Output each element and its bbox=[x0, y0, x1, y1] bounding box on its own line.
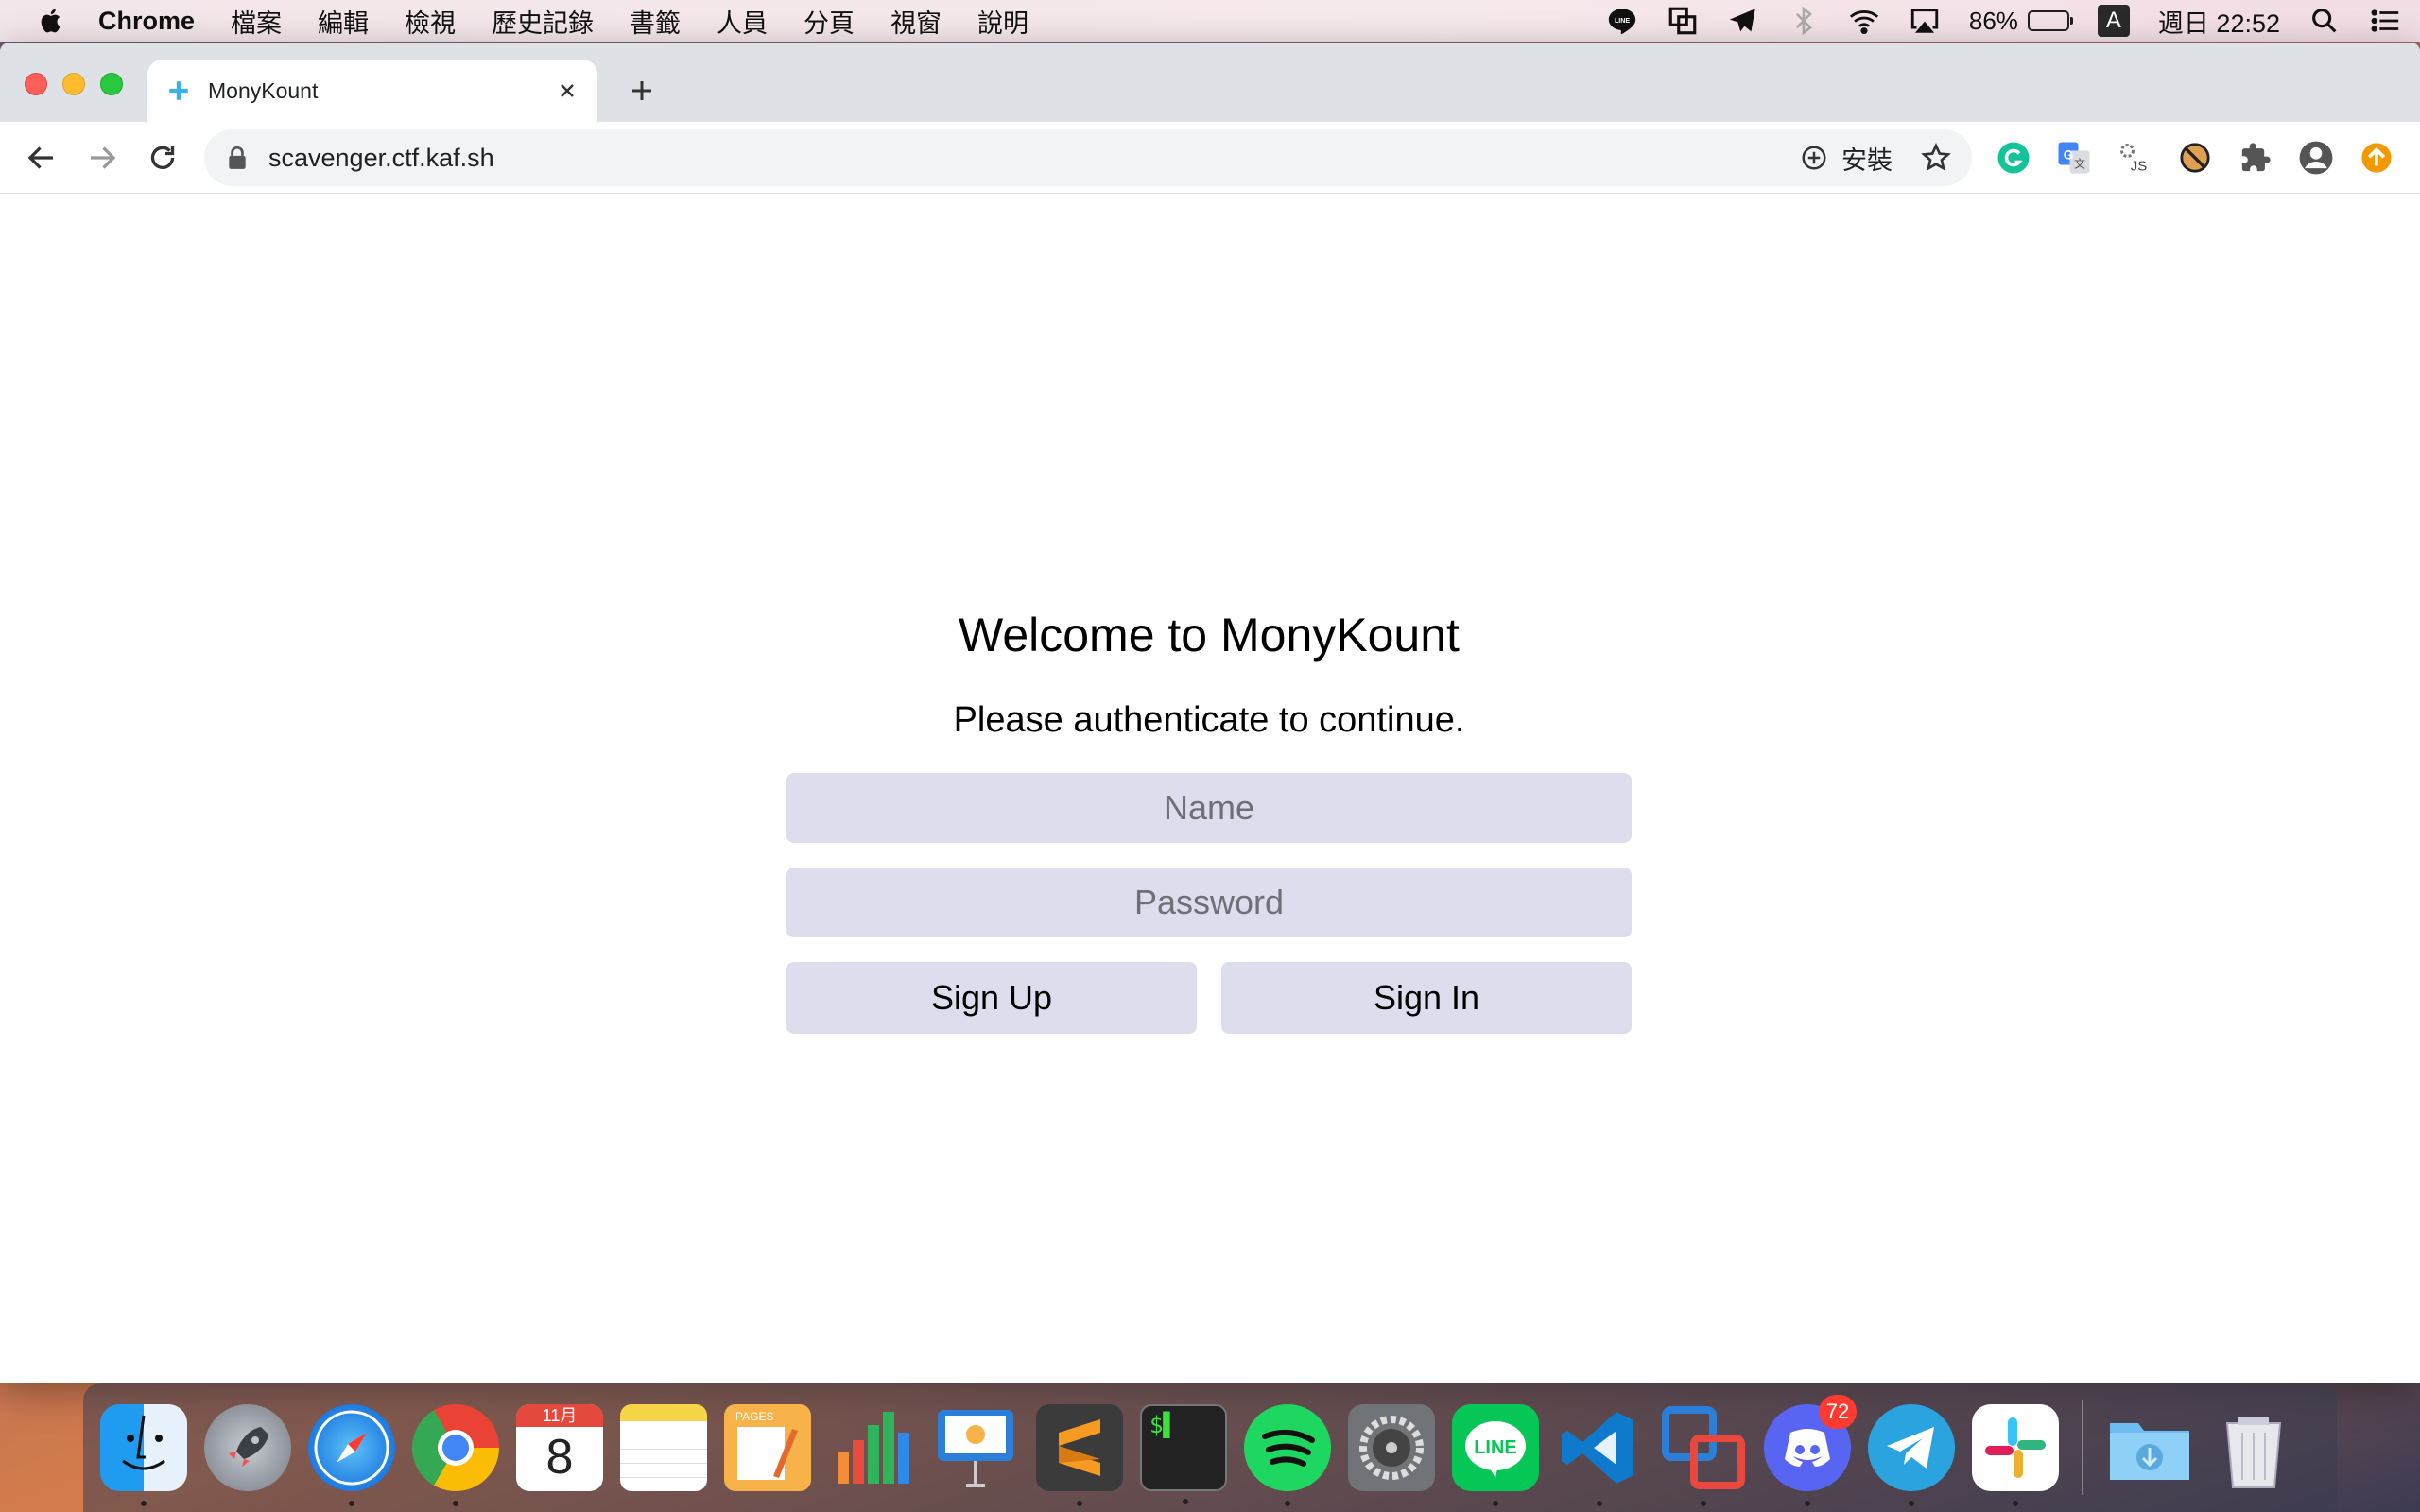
back-arrow-icon[interactable] bbox=[25, 141, 59, 175]
battery-percent: 86% bbox=[1968, 6, 2018, 35]
spotlight-search-icon[interactable] bbox=[2308, 5, 2341, 37]
menu-people[interactable]: 人員 bbox=[717, 3, 768, 40]
menu-help[interactable]: 說明 bbox=[977, 3, 1028, 40]
menu-bookmarks[interactable]: 書籤 bbox=[630, 3, 681, 40]
tab-strip: MonyKount bbox=[0, 43, 2420, 122]
dock-terminal-icon[interactable]: $▌ bbox=[1140, 1404, 1227, 1504]
apple-icon[interactable] bbox=[38, 7, 66, 35]
dock-keynote-icon[interactable] bbox=[932, 1404, 1019, 1491]
clock[interactable]: 週日 22:52 bbox=[2158, 3, 2280, 40]
install-label: 安裝 bbox=[1841, 146, 1893, 175]
dock-separator bbox=[2082, 1400, 2083, 1495]
password-input[interactable] bbox=[786, 868, 1632, 937]
browser-window: MonyKount scavenger.ctf.kaf.sh 安裝 G文 JS bbox=[0, 43, 2420, 1383]
dock-numbers-icon[interactable] bbox=[828, 1404, 915, 1491]
fullscreen-window-button[interactable] bbox=[100, 73, 123, 95]
notification-center-icon[interactable] bbox=[2369, 5, 2401, 37]
dock-launchpad-icon[interactable] bbox=[204, 1404, 291, 1491]
forward-arrow-icon[interactable] bbox=[85, 141, 119, 175]
minimize-window-button[interactable] bbox=[62, 73, 85, 95]
dock-discord-icon[interactable]: 72 bbox=[1764, 1395, 1857, 1506]
menu-view[interactable]: 檢視 bbox=[405, 3, 456, 40]
dock-downloads-folder-icon[interactable] bbox=[2106, 1404, 2193, 1491]
lock-icon[interactable] bbox=[227, 146, 248, 170]
bluetooth-icon[interactable] bbox=[1788, 5, 1820, 37]
line-status-icon[interactable]: LINE bbox=[1606, 5, 1638, 37]
input-source-icon[interactable]: A bbox=[2097, 5, 2130, 37]
login-form: Welcome to MonyKount Please authenticate… bbox=[786, 608, 1632, 1034]
blocked-extension-icon[interactable] bbox=[2176, 139, 2214, 177]
battery-icon[interactable] bbox=[2027, 10, 2073, 31]
svg-text:文: 文 bbox=[2074, 157, 2085, 171]
menu-window[interactable]: 視窗 bbox=[890, 3, 942, 40]
dock-spotify-icon[interactable] bbox=[1244, 1404, 1331, 1506]
update-icon[interactable] bbox=[2358, 139, 2395, 177]
install-app-button[interactable]: 安裝 bbox=[1800, 140, 1893, 177]
toolbar: scavenger.ctf.kaf.sh 安裝 G文 JS bbox=[0, 122, 2420, 194]
dock-safari-icon[interactable] bbox=[308, 1404, 395, 1506]
close-tab-icon[interactable] bbox=[556, 79, 579, 102]
url-text[interactable]: scavenger.ctf.kaf.sh bbox=[268, 144, 1800, 173]
wifi-icon[interactable] bbox=[1848, 5, 1880, 37]
bookmark-star-icon[interactable] bbox=[1921, 143, 1951, 173]
tab-title: MonyKount bbox=[208, 77, 319, 103]
menubar: Chrome 檔案 編輯 檢視 歷史記錄 書籤 人員 分頁 視窗 說明 LINE… bbox=[0, 0, 2420, 42]
auth-prompt: Please authenticate to continue. bbox=[953, 700, 1465, 740]
svg-text:G: G bbox=[2064, 148, 2074, 163]
sign-in-button[interactable]: Sign In bbox=[1221, 962, 1632, 1034]
svg-text:LINE: LINE bbox=[1474, 1437, 1517, 1458]
address-bar[interactable]: scavenger.ctf.kaf.sh 安裝 bbox=[204, 129, 1972, 186]
dock-sublime-text-icon[interactable] bbox=[1036, 1404, 1123, 1506]
screen-mirror-status-icon[interactable] bbox=[1667, 5, 1699, 37]
svg-text:JS: JS bbox=[2131, 159, 2148, 175]
tab-monykount[interactable]: MonyKount bbox=[147, 60, 597, 122]
dock-chrome-icon[interactable] bbox=[412, 1404, 499, 1506]
page-title: Welcome to MonyKount bbox=[959, 609, 1460, 662]
google-translate-extension-icon[interactable]: G文 bbox=[2055, 139, 2093, 177]
dock-calendar-icon[interactable]: 11月 8 bbox=[516, 1404, 603, 1491]
menu-file[interactable]: 檔案 bbox=[231, 3, 282, 40]
dock-telegram-icon[interactable] bbox=[1868, 1404, 1955, 1506]
dock-screen-sharing-icon[interactable] bbox=[1660, 1404, 1747, 1506]
telegram-status-icon[interactable] bbox=[1727, 5, 1759, 37]
menu-history[interactable]: 歷史記錄 bbox=[492, 3, 594, 40]
status-area: LINE 86% A 週日 22:52 bbox=[1606, 0, 2420, 42]
js-extension-icon[interactable]: JS bbox=[2116, 139, 2153, 177]
menu-edit[interactable]: 編輯 bbox=[318, 3, 369, 40]
page-content: Welcome to MonyKount Please authenticate… bbox=[0, 194, 2420, 1383]
discord-unread-badge: 72 bbox=[1819, 1395, 1857, 1429]
dock: 11月 8 PAGES $▌ LINE 72 bbox=[83, 1383, 2337, 1512]
dock-line-icon[interactable]: LINE bbox=[1452, 1404, 1539, 1506]
button-row: Sign Up Sign In bbox=[786, 962, 1632, 1034]
plus-favicon-icon bbox=[169, 81, 188, 100]
dock-slack-icon[interactable] bbox=[1972, 1404, 2059, 1506]
dock-vscode-icon[interactable] bbox=[1556, 1404, 1643, 1506]
menu-tab[interactable]: 分頁 bbox=[804, 3, 855, 40]
profile-avatar-icon[interactable] bbox=[2297, 139, 2335, 177]
dock-notes-icon[interactable] bbox=[620, 1404, 707, 1491]
reload-icon[interactable] bbox=[146, 141, 180, 175]
puzzle-extensions-icon[interactable] bbox=[2237, 139, 2274, 177]
sign-up-button[interactable]: Sign Up bbox=[786, 962, 1197, 1034]
dock-pages-icon[interactable]: PAGES bbox=[724, 1404, 811, 1491]
name-input[interactable] bbox=[786, 773, 1632, 843]
dock-system-preferences-icon[interactable] bbox=[1348, 1404, 1435, 1491]
svg-text:LINE: LINE bbox=[1615, 17, 1630, 25]
close-window-button[interactable] bbox=[25, 73, 47, 95]
new-tab-icon[interactable] bbox=[628, 77, 656, 105]
dock-trash-icon[interactable] bbox=[2210, 1404, 2297, 1491]
grammarly-extension-icon[interactable] bbox=[1995, 139, 2032, 177]
dock-finder-icon[interactable] bbox=[100, 1404, 187, 1506]
add-circle-icon bbox=[1802, 146, 1826, 170]
airplay-icon[interactable] bbox=[1909, 5, 1941, 37]
menu-app-name[interactable]: Chrome bbox=[98, 7, 195, 36]
